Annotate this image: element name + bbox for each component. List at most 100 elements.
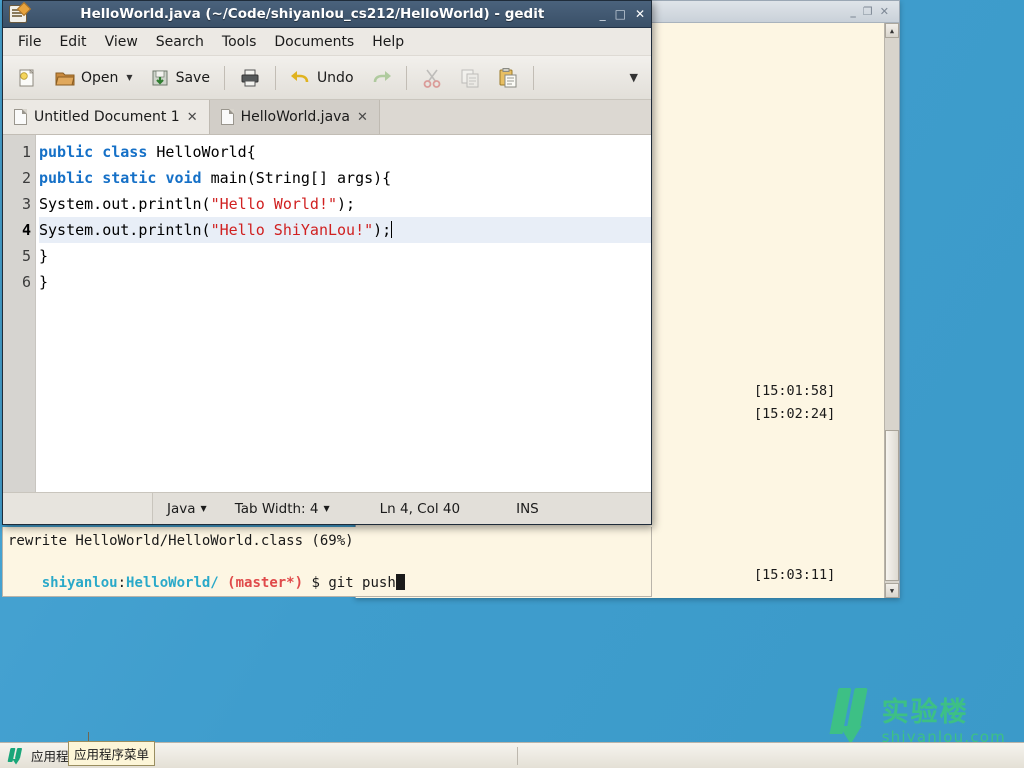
code-line-4: System.out.println("Hello ShiYanLou!"); <box>39 217 651 243</box>
line-number: 5 <box>21 247 31 265</box>
open-button-label: Open <box>81 69 119 86</box>
scrollbar-thumb[interactable] <box>885 430 899 581</box>
new-document-icon <box>16 67 38 89</box>
toolbar-separator <box>405 65 407 90</box>
copy-button <box>452 63 488 93</box>
code-token: "Hello World!" <box>210 195 338 213</box>
tabwidth-chevron-down-icon[interactable]: ▼ <box>323 504 329 513</box>
document-icon <box>14 109 27 125</box>
tab-label: HelloWorld.java <box>240 109 351 125</box>
menu-file[interactable]: File <box>9 31 50 53</box>
gedit-window-title: HelloWorld.java (~/Code/shiyanlou_cs212/… <box>80 6 545 22</box>
statusbar-language[interactable]: Java ▼ <box>153 501 221 517</box>
paste-button[interactable] <box>490 63 526 93</box>
minimize-button[interactable]: _ <box>600 8 606 20</box>
code-token: public <box>39 143 94 161</box>
menu-tools[interactable]: Tools <box>213 31 266 53</box>
redo-button <box>363 63 399 93</box>
gedit-app-icon <box>9 5 27 23</box>
gedit-window[interactable]: HelloWorld.java (~/Code/shiyanlou_cs212/… <box>2 0 652 525</box>
code-token: public <box>39 169 94 187</box>
undo-button-label: Undo <box>316 69 354 86</box>
line-number: 2 <box>21 169 31 187</box>
scrollbar-down-arrow-icon[interactable]: ▼ <box>885 583 899 598</box>
code-line-5: } <box>39 243 651 269</box>
gedit-tab-bar: Untitled Document 1 ✕ HelloWorld.java ✕ <box>3 100 651 135</box>
bg-term-timestamp: [15:03:11] <box>754 567 836 583</box>
gedit-editor-area[interactable]: 1 2 3 4 5 6 public class HelloWorld{publ… <box>3 135 651 492</box>
menu-help[interactable]: Help <box>363 31 413 53</box>
open-button[interactable]: Open ▼ <box>47 63 140 93</box>
new-document-button[interactable] <box>9 63 45 93</box>
code-token: main(String[] args){ <box>201 169 392 187</box>
statusbar-tab-width-label: Tab Width: 4 <box>234 500 319 517</box>
bg-close-icon[interactable]: ✕ <box>880 6 889 17</box>
maximize-button[interactable]: □ <box>615 8 626 20</box>
application-menu-tooltip: 应用程序菜单 <box>68 741 156 766</box>
bg-minimize-icon[interactable]: _ <box>850 6 856 17</box>
code-token: HelloWorld{ <box>147 143 256 161</box>
taskbar-divider <box>516 746 518 765</box>
terminal-prompt-sigil: $ <box>311 575 320 591</box>
tab-untitled-document-1[interactable]: Untitled Document 1 ✕ <box>3 100 210 134</box>
statusbar-cursor-position: Ln 4, Col 40 <box>379 500 461 517</box>
save-button[interactable]: Save <box>142 63 217 93</box>
gedit-toolbar: Open ▼ Save Undo ▼ <box>3 56 651 100</box>
scissors-icon <box>421 67 443 89</box>
statusbar-message-area <box>3 493 153 524</box>
language-chevron-down-icon[interactable]: ▼ <box>201 504 207 513</box>
redo-arrow-icon <box>370 67 392 89</box>
statusbar-insert-mode: INS <box>516 500 539 517</box>
copy-pages-icon <box>459 67 481 89</box>
undo-button[interactable]: Undo <box>283 63 361 93</box>
code-token: static <box>102 169 157 187</box>
toolbar-separator <box>532 65 534 90</box>
open-folder-icon <box>54 67 76 89</box>
cut-button <box>414 63 450 93</box>
foreground-terminal[interactable]: rewrite HelloWorld/HelloWorld.class (69%… <box>2 527 652 597</box>
code-line-2: public static void main(String[] args){ <box>39 165 651 191</box>
terminal-prompt-colon: : <box>117 575 127 591</box>
line-number: 3 <box>21 195 31 213</box>
line-number-current: 4 <box>21 221 31 239</box>
tab-close-icon[interactable]: ✕ <box>187 110 198 125</box>
terminal-cursor <box>395 574 405 590</box>
menu-documents[interactable]: Documents <box>265 31 363 53</box>
toolbar-separator <box>223 65 225 90</box>
save-disk-icon <box>149 67 171 89</box>
menu-view[interactable]: View <box>96 31 147 53</box>
tab-helloworld-java[interactable]: HelloWorld.java ✕ <box>209 100 380 134</box>
line-number: 6 <box>21 273 31 291</box>
close-button[interactable]: ✕ <box>635 8 645 20</box>
code-line-3: System.out.println("Hello World!"); <box>39 191 651 217</box>
code-token: class <box>102 143 148 161</box>
gedit-titlebar[interactable]: HelloWorld.java (~/Code/shiyanlou_cs212/… <box>3 1 651 28</box>
application-menu-label: 应用程 <box>31 749 69 764</box>
text-cursor <box>391 221 393 238</box>
clipboard-icon <box>497 67 519 89</box>
toolbar-separator <box>274 65 276 90</box>
terminal-prompt-branch: (master*) <box>227 575 304 591</box>
menu-edit[interactable]: Edit <box>50 31 95 53</box>
printer-icon <box>239 67 261 89</box>
code-text-area[interactable]: public class HelloWorld{ public static vo… <box>36 135 651 492</box>
bg-maximize-icon[interactable]: ❐ <box>863 6 873 17</box>
application-menu-button[interactable]: 应用程 <box>0 743 77 768</box>
scrollbar-track[interactable] <box>885 38 899 583</box>
code-line-6: } <box>39 269 651 295</box>
toolbar-overflow-button[interactable]: ▼ <box>620 67 645 88</box>
code-token: ); <box>337 195 356 213</box>
chevron-down-icon: ▼ <box>629 71 638 84</box>
print-button[interactable] <box>232 63 268 93</box>
menu-search[interactable]: Search <box>147 31 213 53</box>
scrollbar-up-arrow-icon[interactable]: ▲ <box>885 23 899 38</box>
tab-close-icon[interactable]: ✕ <box>357 110 368 125</box>
gedit-menubar: File Edit View Search Tools Documents He… <box>3 28 651 56</box>
background-terminal-scrollbar[interactable]: ▲ ▼ <box>884 23 899 598</box>
open-chevron-down-icon[interactable]: ▼ <box>126 73 132 82</box>
code-token: void <box>165 169 202 187</box>
line-number-gutter: 1 2 3 4 5 6 <box>3 135 36 492</box>
statusbar-tab-width[interactable]: Tab Width: 4 ▼ <box>221 501 344 517</box>
